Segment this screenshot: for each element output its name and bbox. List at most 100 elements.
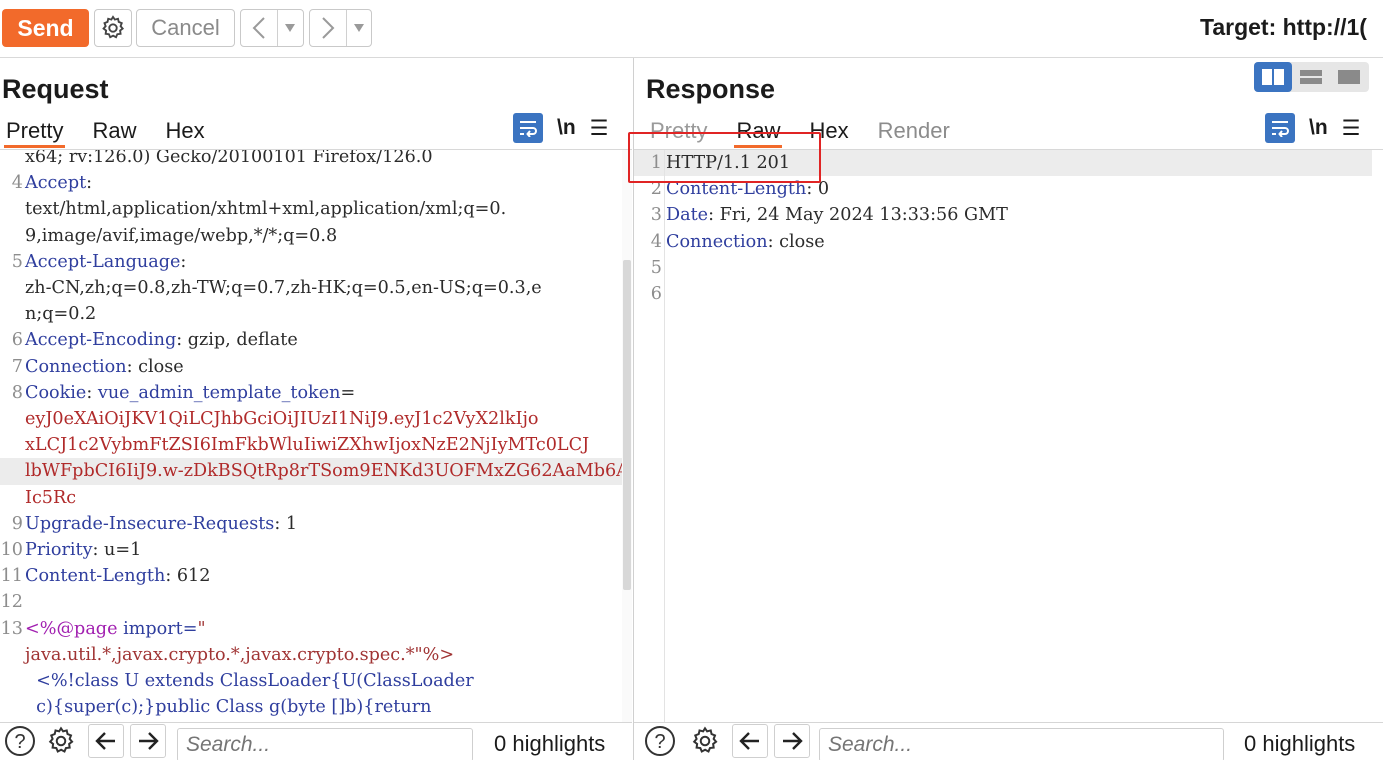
code-line: java.util.*,javax.crypto.*,javax.crypto.… bbox=[0, 642, 622, 668]
newline-toggle[interactable]: \n bbox=[557, 116, 576, 140]
cookie-equals: = bbox=[340, 382, 356, 403]
code-line: <%!class U extends ClassLoader{U(ClassLo… bbox=[0, 668, 622, 694]
header-value: 612 bbox=[171, 566, 211, 587]
request-scrollbar-thumb[interactable] bbox=[623, 260, 631, 590]
response-search-bar: ? 0 highlights bbox=[634, 722, 1383, 760]
layout-rows-button[interactable] bbox=[1292, 62, 1330, 92]
search-next-button[interactable] bbox=[130, 724, 166, 758]
help-icon: ? bbox=[5, 726, 35, 756]
cookie-value: lbWFpbCI6IiJ9.w-zDkBSQtRp8rTSom9ENKd3UOF… bbox=[25, 461, 622, 482]
line-number bbox=[0, 458, 23, 484]
code-line: x64; rv:126.0) Gecko/20100101 Firefox/12… bbox=[0, 150, 622, 170]
highlights-count: 0 highlights bbox=[1244, 731, 1356, 756]
search-previous-button[interactable] bbox=[88, 724, 124, 758]
line-number: 11 bbox=[0, 566, 23, 587]
history-back-button[interactable] bbox=[241, 10, 277, 46]
code-line-highlighted: lbWFpbCI6IiJ9.w-zDkBSQtRp8rTSom9ENKd3UOF… bbox=[0, 458, 622, 485]
code-line: 13 <%@page import=" bbox=[0, 616, 622, 642]
search-settings-button[interactable] bbox=[42, 723, 80, 759]
layout-single-button[interactable] bbox=[1330, 62, 1368, 92]
target-url[interactable]: Target: http://1( bbox=[1200, 14, 1367, 41]
hamburger-menu-icon[interactable]: ☰ bbox=[590, 116, 609, 141]
cancel-button[interactable]: Cancel bbox=[136, 9, 235, 47]
tab-render[interactable]: Render bbox=[878, 116, 950, 148]
line-number: 4 bbox=[650, 231, 662, 252]
search-next-button[interactable] bbox=[774, 724, 810, 758]
history-forward-dropdown[interactable] bbox=[346, 10, 370, 46]
history-forward-button[interactable] bbox=[310, 10, 346, 46]
code-line: 3 Date: Fri, 24 May 2024 13:33:56 GMT bbox=[634, 202, 1372, 228]
line-number: 8 bbox=[11, 382, 23, 403]
request-editor[interactable]: x64; rv:126.0) Gecko/20100101 Firefox/12… bbox=[0, 150, 622, 722]
header-value: gzip, deflate bbox=[182, 330, 298, 351]
hamburger-menu-icon[interactable]: ☰ bbox=[1342, 116, 1361, 141]
cookie-value: Ic5Rc bbox=[25, 487, 77, 508]
word-wrap-button[interactable] bbox=[1265, 113, 1295, 143]
header-value: u=1 bbox=[98, 540, 142, 561]
gear-icon bbox=[102, 15, 125, 39]
code-line: 9 Upgrade-Insecure-Requests: 1 bbox=[0, 511, 622, 537]
word-wrap-button[interactable] bbox=[513, 113, 543, 143]
help-button[interactable]: ? bbox=[2, 723, 38, 759]
line-number bbox=[0, 668, 23, 694]
line-number bbox=[0, 301, 23, 327]
annotation-box bbox=[628, 132, 821, 183]
line-text: 9,image/avif,image/webp,*/*;q=0.8 bbox=[25, 225, 338, 246]
line-number: 10 bbox=[0, 540, 23, 561]
search-previous-button[interactable] bbox=[732, 724, 768, 758]
line-number bbox=[0, 223, 23, 249]
code-line: 11 Content-Length: 612 bbox=[0, 563, 622, 589]
line-number: 4 bbox=[11, 173, 23, 194]
code-line: 5 Accept-Language: bbox=[0, 249, 622, 275]
arrow-right-icon bbox=[139, 732, 159, 750]
tab-raw[interactable]: Raw bbox=[92, 116, 136, 148]
search-input[interactable] bbox=[177, 728, 473, 760]
cookie-name: vue_admin_template_token bbox=[97, 382, 341, 403]
code-line: zh-CN,zh;q=0.8,zh-TW;q=0.7,zh-HK;q=0.5,e… bbox=[0, 275, 622, 301]
line-number: 7 bbox=[11, 356, 23, 377]
header-value: 1 bbox=[280, 513, 298, 534]
code-line: xLCJ1c2VybmFtZSI6ImFkbWluIiwiZXhwIjoxNzE… bbox=[0, 432, 622, 458]
header-name: Content-Length bbox=[25, 566, 166, 587]
newline-toggle[interactable]: \n bbox=[1309, 116, 1328, 140]
layout-split-button[interactable] bbox=[1254, 62, 1292, 92]
request-panel: Request Pretty Raw Hex \n ☰ x64; rv:126.… bbox=[0, 58, 633, 760]
header-name: Accept bbox=[25, 173, 87, 194]
request-scrollbar[interactable] bbox=[622, 150, 632, 722]
line-number: 12 bbox=[0, 592, 23, 613]
code-line: 6 Accept-Encoding: gzip, deflate bbox=[0, 327, 622, 353]
arrow-left-icon bbox=[739, 732, 759, 750]
header-value: close bbox=[773, 231, 825, 252]
code-line: 10 Priority: u=1 bbox=[0, 537, 622, 563]
line-text bbox=[23, 589, 25, 615]
line-number bbox=[0, 196, 23, 222]
request-title: Request bbox=[2, 74, 109, 104]
request-tabs: Pretty Raw Hex bbox=[3, 116, 234, 148]
help-icon: ? bbox=[645, 726, 675, 756]
svg-text:?: ? bbox=[654, 731, 665, 753]
line-number: 9 bbox=[11, 513, 23, 534]
line-number: 5 bbox=[650, 257, 662, 278]
line-number: 13 bbox=[0, 618, 23, 639]
history-back-dropdown[interactable] bbox=[277, 10, 301, 46]
settings-button[interactable] bbox=[94, 9, 132, 47]
send-button[interactable]: Send bbox=[2, 9, 89, 47]
code-line: 9,image/avif,image/webp,*/*;q=0.8 bbox=[0, 223, 622, 249]
tab-pretty[interactable]: Pretty bbox=[3, 116, 66, 148]
tab-hex[interactable]: Hex bbox=[165, 116, 204, 148]
code-line: 7 Connection: close bbox=[0, 354, 622, 380]
header-name: Upgrade-Insecure-Requests bbox=[25, 513, 275, 534]
search-settings-button[interactable] bbox=[686, 723, 724, 759]
header-name: Connection bbox=[666, 231, 768, 252]
help-button[interactable]: ? bbox=[642, 723, 678, 759]
line-number bbox=[0, 485, 23, 511]
line-number: 3 bbox=[650, 205, 662, 226]
header-value: close bbox=[132, 356, 184, 377]
code-line: eyJ0eXAiOiJKV1QiLCJhbGciOiJIUzI1NiJ9.eyJ… bbox=[0, 406, 622, 432]
word-wrap-icon bbox=[520, 121, 537, 137]
line-number: 6 bbox=[650, 284, 662, 305]
header-value: Fri, 24 May 2024 13:33:56 GMT bbox=[714, 205, 1008, 226]
response-editor[interactable]: 1 HTTP/1.1 201 2 Content-Length: 0 3 Date: … bbox=[634, 150, 1383, 722]
chevron-right-icon bbox=[322, 17, 335, 39]
search-input[interactable] bbox=[819, 728, 1224, 760]
